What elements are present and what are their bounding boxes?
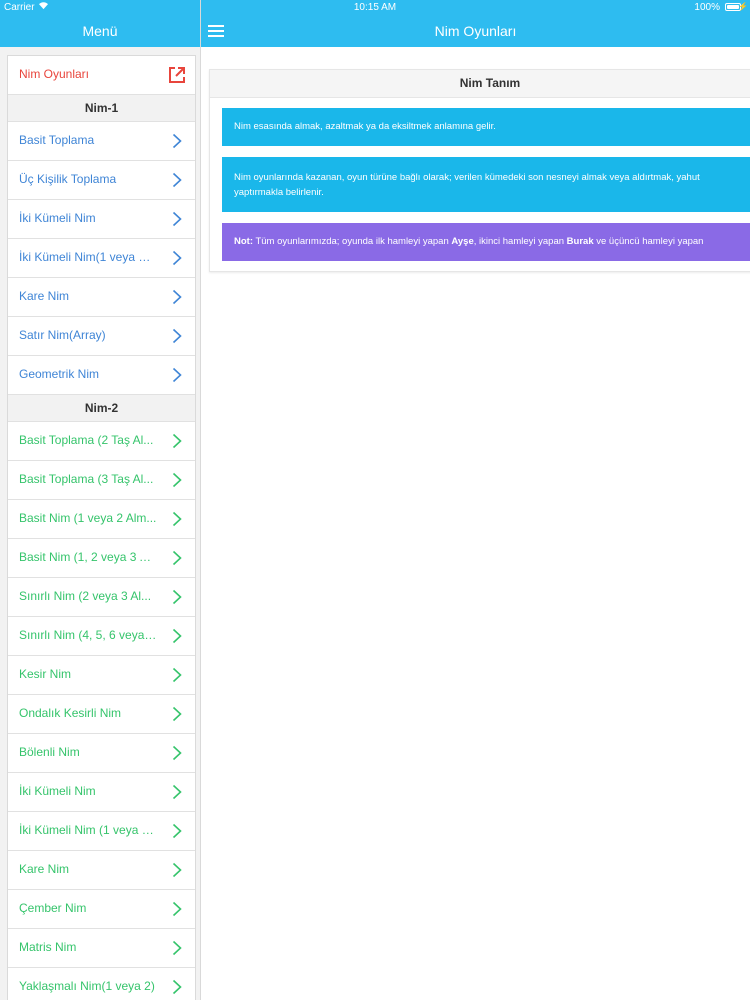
- sidebar-item[interactable]: Kare Nim: [8, 278, 195, 317]
- sidebar-item[interactable]: Yaklaşmalı Nim(1 veya 2): [8, 968, 195, 1000]
- sidebar-item[interactable]: Satır Nim(Array): [8, 317, 195, 356]
- info-alert-winner: Nim oyunlarında kazanan, oyun türüne bağ…: [222, 157, 750, 212]
- sidebar-item-label: Kare Nim: [19, 862, 70, 876]
- sidebar-item-label: İki Kümeli Nim(1 veya 2 ...: [19, 250, 157, 264]
- sidebar-item[interactable]: İki Kümeli Nim (1 veya 2...: [8, 812, 195, 851]
- sidebar-item[interactable]: İki Kümeli Nim(1 veya 2 ...: [8, 239, 195, 278]
- sidebar-item-label: Çember Nim: [19, 901, 87, 915]
- sidebar-item-label: Kare Nim: [19, 289, 70, 303]
- info-alert-definition: Nim esasında almak, azaltmak ya da eksil…: [222, 108, 750, 146]
- sidebar-item[interactable]: Kare Nim: [8, 851, 195, 890]
- sidebar-item[interactable]: Basit Toplama: [8, 122, 195, 161]
- section-header: Nim-2: [8, 395, 195, 422]
- chevron-right-icon: [172, 589, 182, 605]
- chevron-right-icon: [172, 328, 182, 344]
- chevron-right-icon: [172, 289, 182, 305]
- chevron-right-icon: [172, 250, 182, 266]
- note-alert: Not: Tüm oyunlarımızda; oyunda ilk hamle…: [222, 223, 750, 261]
- chevron-right-icon: [172, 172, 182, 188]
- sidebar-item[interactable]: İki Kümeli Nim: [8, 773, 195, 812]
- sidebar-item[interactable]: Basit Nim (1, 2 veya 3 A...: [8, 539, 195, 578]
- alert-line: Nim oyunlarında kazanan, oyun türüne bağ…: [234, 172, 700, 183]
- chevron-right-icon: [172, 823, 182, 839]
- chevron-right-icon: [172, 979, 182, 995]
- sidebar-item[interactable]: Geometrik Nim: [8, 356, 195, 395]
- sidebar-item-nim-oyunlari[interactable]: Nim Oyunları: [8, 56, 195, 95]
- sidebar-item[interactable]: Bölenli Nim: [8, 734, 195, 773]
- main-nav-bar: Nim Oyunları: [201, 15, 750, 47]
- sidebar: Nim Oyunları Nim-1 Basit Toplama Üç Kişili…: [0, 47, 200, 1000]
- charging-icon: ⚡: [738, 2, 748, 11]
- sidebar-item-label: İki Kümeli Nim (1 veya 2...: [19, 823, 157, 837]
- sidebar-item[interactable]: Sınırlı Nim (4, 5, 6 veya ...: [8, 617, 195, 656]
- sidebar-item-label: İki Kümeli Nim: [19, 784, 96, 798]
- chevron-right-icon: [172, 784, 182, 800]
- sidebar-item-label: Sınırlı Nim (2 veya 3 Al...: [19, 589, 152, 603]
- chevron-right-icon: [172, 862, 182, 878]
- sidebar-item-label: Sınırlı Nim (4, 5, 6 veya ...: [19, 628, 157, 642]
- sidebar-item-label: Basit Nim (1 veya 2 Alm...: [19, 511, 157, 525]
- sidebar-item[interactable]: İki Kümeli Nim: [8, 200, 195, 239]
- sidebar-item-label: Kesir Nim: [19, 667, 72, 681]
- note-text: , ikinci hamleyi yapan: [473, 236, 567, 247]
- sidebar-item[interactable]: Basit Toplama (2 Taş Al...: [8, 422, 195, 461]
- sidebar-item[interactable]: Kesir Nim: [8, 656, 195, 695]
- sidebar-item-label: Bölenli Nim: [19, 745, 80, 759]
- sidebar-nav-bar: Menü: [0, 15, 200, 47]
- sidebar-item[interactable]: Sınırlı Nim (2 veya 3 Al...: [8, 578, 195, 617]
- chevron-right-icon: [172, 745, 182, 761]
- chevron-right-icon: [172, 706, 182, 722]
- chevron-right-icon: [172, 628, 182, 644]
- player-name-1: Ayşe: [451, 236, 474, 247]
- chevron-right-icon: [172, 511, 182, 527]
- sidebar-item-label: Geometrik Nim: [19, 367, 100, 381]
- note-text: ve üçüncü hamleyi yapan: [593, 236, 704, 247]
- battery-percent: 100%: [694, 2, 720, 13]
- sidebar-item[interactable]: Matris Nim: [8, 929, 195, 968]
- sidebar-item-label: Üç Kişilik Toplama: [19, 172, 117, 186]
- sidebar-item-label: Satır Nim(Array): [19, 328, 106, 342]
- sidebar-item[interactable]: Basit Toplama (3 Taş Al...: [8, 461, 195, 500]
- chevron-right-icon: [172, 211, 182, 227]
- chevron-right-icon: [172, 550, 182, 566]
- chevron-right-icon: [172, 940, 182, 956]
- definition-panel: Nim Tanım Nim esasında almak, azaltmak y…: [209, 69, 750, 272]
- sidebar-item[interactable]: Çember Nim: [8, 890, 195, 929]
- alert-line: yaptırmakla belirlenir.: [234, 187, 324, 198]
- chevron-right-icon: [172, 667, 182, 683]
- main-content: Nim Tanım Nim esasında almak, azaltmak y…: [201, 47, 750, 1000]
- sidebar-item-label: İki Kümeli Nim: [19, 211, 96, 225]
- player-name-2: Burak: [566, 236, 594, 247]
- sidebar-item-label: Basit Toplama (2 Taş Al...: [19, 433, 154, 447]
- sidebar-item[interactable]: Üç Kişilik Toplama: [8, 161, 195, 200]
- chevron-right-icon: [172, 901, 182, 917]
- panel-header: Nim Tanım: [210, 70, 750, 98]
- sidebar-item-label: Basit Toplama: [19, 133, 95, 147]
- note-label: Not:: [234, 236, 253, 247]
- chevron-right-icon: [172, 472, 182, 488]
- status-time: 10:15 AM: [353, 2, 397, 13]
- note-text: Tüm oyunlarımızda; oyunda ilk hamleyi ya…: [253, 236, 452, 247]
- sidebar-title: Menü: [82, 23, 118, 39]
- sidebar-item-label: Matris Nim: [19, 940, 77, 954]
- external-link-icon: [169, 67, 185, 83]
- sidebar-item-label: Ondalık Kesirli Nim: [19, 706, 122, 720]
- chevron-right-icon: [172, 133, 182, 149]
- chevron-right-icon: [172, 433, 182, 449]
- sidebar-item-label: Yaklaşmalı Nim(1 veya 2): [19, 979, 155, 993]
- sidebar-item-label: Basit Toplama (3 Taş Al...: [19, 472, 154, 486]
- sidebar-item-label: Nim Oyunları: [19, 67, 90, 81]
- page-title: Nim Oyunları: [434, 23, 517, 39]
- sidebar-item[interactable]: Ondalık Kesirli Nim: [8, 695, 195, 734]
- sidebar-item[interactable]: Basit Nim (1 veya 2 Alm...: [8, 500, 195, 539]
- chevron-right-icon: [172, 367, 182, 383]
- menu-list: Nim Oyunları Nim-1 Basit Toplama Üç Kişili…: [7, 55, 196, 1000]
- status-bar: Carrier 10:15 AM 100% ⚡: [0, 0, 750, 15]
- sidebar-item-label: Basit Nim (1, 2 veya 3 A...: [19, 550, 157, 564]
- section-header: Nim-1: [8, 95, 195, 122]
